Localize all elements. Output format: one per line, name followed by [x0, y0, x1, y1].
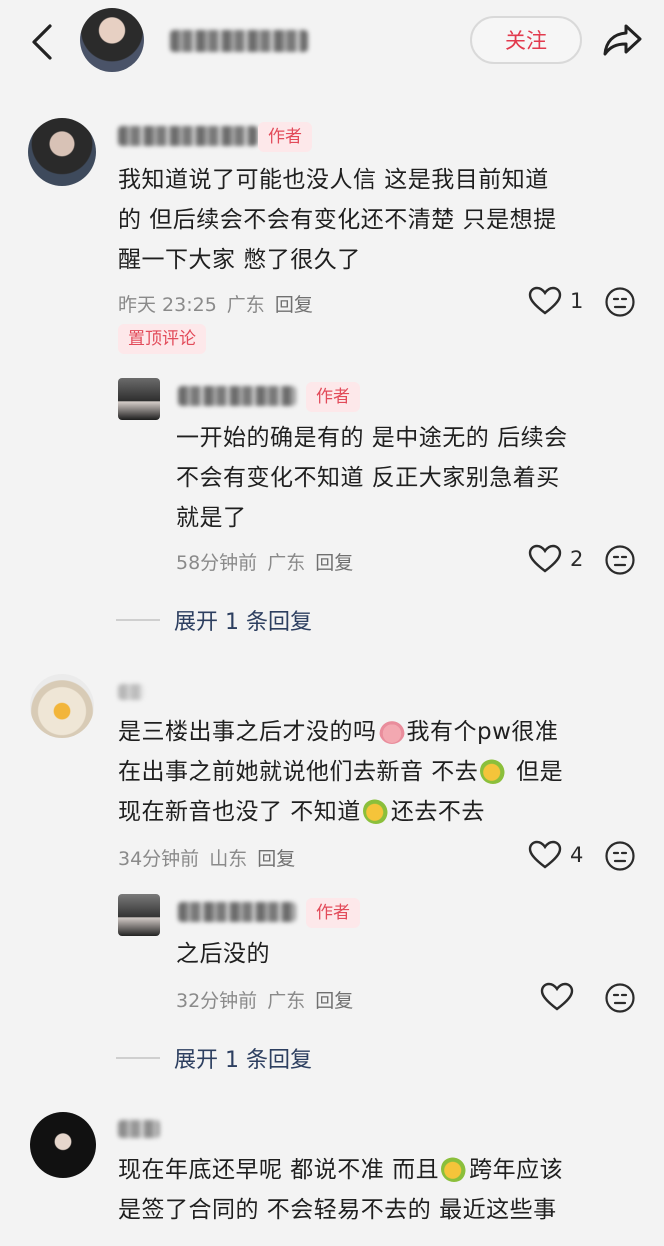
pinned-badge: 置顶评论 [118, 324, 206, 354]
commenter-name-blurred [118, 1120, 160, 1138]
expand-replies-button[interactable]: 展开 1 条回复 [116, 1042, 312, 1074]
comment-text-line: 醒一下大家 憋了很久了 [118, 247, 361, 273]
frown-face-icon [605, 545, 635, 575]
reply-text-line: 一开始的确是有的 是中途无的 后续会 [176, 425, 568, 451]
text-segment: 我有个pw很准 [406, 719, 559, 745]
comment-text-line: 是三楼出事之后才没的吗 我有个pw很准 [118, 712, 558, 752]
back-button[interactable] [22, 18, 62, 66]
reply-time: 58分钟前 [176, 552, 258, 574]
comment-text-line: 现在年底还早呢 都说不准 而且 跨年应该 [118, 1150, 563, 1190]
expand-replies-button[interactable]: 展开 1 条回复 [116, 604, 312, 636]
expand-label: 展开 1 条回复 [174, 610, 312, 635]
like-button[interactable]: 4 [528, 840, 583, 870]
heart-icon [528, 286, 562, 315]
reply-text-line: 就是了 [176, 505, 247, 531]
comment-location: 广东 [226, 294, 265, 316]
reply-link[interactable]: 回复 [315, 548, 353, 575]
reply-location: 广东 [267, 552, 306, 574]
author-badge: 作者 [306, 898, 360, 928]
reply-avatar[interactable] [118, 894, 160, 936]
frown-face-icon [605, 287, 635, 317]
reply-avatar[interactable] [118, 378, 160, 420]
comment-time: 34分钟前 [118, 848, 200, 870]
reply-link[interactable]: 回复 [257, 844, 295, 871]
reply-link[interactable]: 回复 [315, 986, 353, 1013]
author-name-blurred [170, 30, 308, 52]
text-segment: 在出事之前她就说他们去新音 不去 [118, 759, 479, 785]
reply-meta: 58分钟前 广东 回复 [176, 548, 353, 575]
dislike-button[interactable] [604, 840, 636, 872]
comment-time: 昨天 23:25 [118, 294, 217, 316]
share-icon [603, 24, 642, 56]
reply-author-name-blurred [178, 902, 296, 922]
chevron-left-icon [32, 24, 52, 60]
heart-icon [528, 840, 562, 869]
text-segment: 但是 [508, 759, 564, 785]
comment-text-line: 是签了合同的 不会轻易不去的 最近这些事 [118, 1197, 557, 1223]
pig-emoji-icon [378, 718, 405, 744]
reply-time: 32分钟前 [176, 990, 258, 1012]
dislike-button[interactable] [604, 286, 636, 318]
comment-text-line: 在出事之前她就说他们去新音 不去 但是 [118, 752, 563, 792]
text-segment: 还去不去 [390, 799, 485, 825]
reply-meta: 32分钟前 广东 回复 [176, 986, 353, 1013]
frown-face-icon [605, 983, 635, 1013]
author-avatar[interactable] [80, 8, 144, 72]
author-badge: 作者 [306, 382, 360, 412]
comment-meta: 昨天 23:25 广东 回复 [118, 290, 313, 317]
reply-link[interactable]: 回复 [275, 290, 313, 317]
expand-label: 展开 1 条回复 [174, 1048, 312, 1073]
comment-avatar[interactable] [30, 1112, 96, 1178]
commenter-name-blurred [118, 684, 144, 700]
reply-location: 广东 [267, 990, 306, 1012]
text-segment: 现在新音也没了 不知道 [118, 799, 361, 825]
reply-text-line: 不会有变化不知道 反正大家别急着买 [176, 465, 560, 491]
dislike-button[interactable] [604, 982, 636, 1014]
heart-icon [528, 544, 562, 573]
reply-text-line: 之后没的 [176, 941, 270, 967]
top-bar: 关注 [0, 0, 664, 92]
comment-avatar[interactable] [30, 674, 94, 738]
like-button[interactable]: 2 [528, 544, 583, 574]
divider-line [116, 1057, 160, 1059]
mango-emoji-icon [441, 1156, 468, 1182]
divider-line [116, 619, 160, 621]
comment-avatar[interactable] [28, 118, 96, 186]
follow-label: 关注 [505, 29, 547, 53]
like-button[interactable]: 1 [528, 286, 583, 316]
frown-face-icon [605, 841, 635, 871]
like-count: 4 [570, 843, 584, 867]
heart-icon [540, 982, 574, 1011]
author-badge: 作者 [258, 122, 312, 152]
commenter-name-blurred [118, 126, 258, 146]
reply-author-name-blurred [178, 386, 296, 406]
comment-text-line: 的 但后续会不会有变化还不清楚 只是想提 [118, 207, 557, 233]
comment-text-line: 现在新音也没了 不知道 还去不去 [118, 792, 485, 832]
text-segment: 现在年底还早呢 都说不准 而且 [118, 1157, 440, 1183]
dislike-button[interactable] [604, 544, 636, 576]
text-segment: 跨年应该 [469, 1157, 564, 1183]
like-count: 2 [570, 547, 584, 571]
comment-location: 山东 [209, 848, 248, 870]
follow-button[interactable]: 关注 [470, 16, 582, 64]
mango-emoji-icon [362, 798, 389, 824]
comment-text-line: 我知道说了可能也没人信 这是我目前知道 [118, 167, 549, 193]
like-count: 1 [570, 289, 584, 313]
share-button[interactable] [598, 18, 646, 62]
like-button[interactable] [540, 982, 574, 1012]
comment-meta: 34分钟前 山东 回复 [118, 844, 295, 871]
text-segment: 是三楼出事之后才没的吗 [118, 719, 377, 745]
mango-emoji-icon [480, 758, 507, 784]
